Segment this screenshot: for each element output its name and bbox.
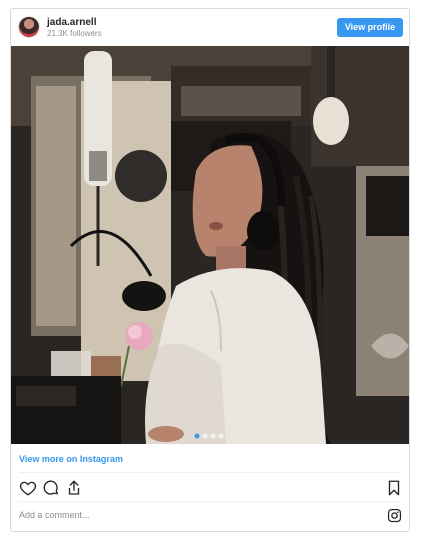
username-link[interactable]: jada.arnell bbox=[47, 17, 96, 28]
bookmark-icon[interactable] bbox=[385, 479, 403, 497]
post-header: jada.arnell 21.3K followers View profile bbox=[11, 9, 409, 46]
instagram-embed-card: jada.arnell 21.3K followers View profile bbox=[10, 8, 410, 532]
divider bbox=[19, 472, 401, 473]
comment-icon[interactable] bbox=[42, 479, 60, 497]
action-bar bbox=[11, 479, 409, 501]
instagram-logo-icon[interactable] bbox=[387, 508, 402, 523]
photo-illustration bbox=[11, 46, 409, 444]
divider bbox=[19, 501, 401, 502]
post-photo[interactable] bbox=[11, 46, 409, 444]
view-more-on-instagram-link[interactable]: View more on Instagram bbox=[19, 454, 123, 464]
share-icon[interactable] bbox=[65, 479, 83, 497]
comment-input[interactable] bbox=[19, 507, 359, 523]
heart-icon[interactable] bbox=[19, 479, 37, 497]
view-profile-button[interactable]: View profile bbox=[337, 18, 403, 37]
follower-count: 21.3K followers bbox=[47, 29, 102, 38]
avatar[interactable] bbox=[19, 17, 39, 37]
